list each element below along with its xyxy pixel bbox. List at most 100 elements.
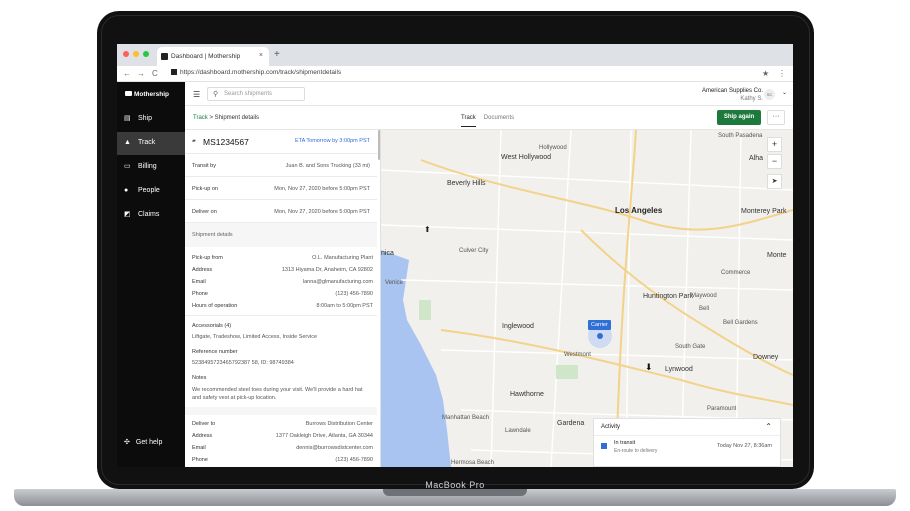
carrier-tag[interactable]: Carrier: [588, 320, 611, 330]
map-label: Hollywood: [539, 145, 567, 151]
sidebar-item-claims[interactable]: ◩ Claims: [117, 204, 185, 227]
delivery-email-value[interactable]: dennis@burrowsdistcenter.com: [296, 445, 373, 451]
park-shape: [419, 300, 431, 320]
tab-documents[interactable]: Documents: [484, 115, 514, 121]
chevron-down-icon[interactable]: ⌄: [782, 89, 787, 96]
shipment-details-panel: ▰ MS1234567 ETA Tomorrow by 3:00pm PST T…: [185, 130, 381, 467]
sidebar-item-people[interactable]: ● People: [117, 180, 185, 203]
ship-again-button[interactable]: Ship again: [717, 110, 761, 125]
deliver-value: Mon, Nov 27, 2020 before 5:00pm PST: [274, 209, 370, 215]
section-gap: [185, 407, 377, 415]
sidebar-item-billing[interactable]: ▭ Billing: [117, 156, 185, 179]
map-label: Bell Gardens: [723, 320, 758, 326]
get-help-link[interactable]: ✣ Get help: [124, 438, 162, 446]
sidebar-item-label: Billing: [138, 163, 157, 170]
map-label: Manhattan Beach: [442, 415, 490, 421]
address-value: 1313 Hiyama Dr, Anaheim, CA 92802: [281, 267, 373, 273]
accessorials-value: Liftgate, Tradeshow, Limited Access, Ins…: [192, 334, 318, 340]
activity-substatus: En-route to delivery: [614, 448, 658, 454]
ship-icon: ▤: [124, 115, 131, 122]
locate-icon[interactable]: ➤: [767, 174, 782, 189]
favicon-icon: [161, 53, 168, 60]
more-options-button[interactable]: ···: [767, 110, 785, 125]
breadcrumb-track-link[interactable]: Track: [193, 115, 208, 121]
close-tab-icon[interactable]: ×: [259, 52, 263, 59]
laptop-notch: [383, 489, 527, 496]
hours-value: 8:00am to 5:00pm PST: [316, 303, 373, 309]
sidebar-item-track[interactable]: ▲ Track: [117, 132, 185, 155]
site-icon: [171, 69, 177, 75]
details-heading: Shipment details: [192, 232, 233, 238]
user-name: Kathy S.: [740, 96, 763, 102]
sidebar-item-label: People: [138, 187, 160, 194]
chevron-up-icon[interactable]: ⌃: [765, 422, 772, 431]
pickup-from-label: Pick-up from: [192, 255, 223, 261]
close-window-button[interactable]: [123, 51, 129, 57]
map-label: Los Angeles: [615, 206, 663, 215]
map-label: West Hollywood: [501, 154, 552, 161]
reload-icon[interactable]: C: [152, 69, 158, 78]
deliver-to-value: Burrows Distribution Center: [305, 421, 373, 427]
origin-pin-icon[interactable]: ⬆: [424, 225, 431, 234]
url-text: https://dashboard.mothership.com/track/s…: [180, 69, 342, 76]
device-label: MacBook Pro: [425, 480, 485, 490]
address-label: Address: [192, 267, 213, 273]
search-placeholder: Search shipments: [224, 91, 273, 97]
notes-value: We recommended steel toes during your vi…: [192, 387, 363, 401]
status-square-icon: [601, 443, 607, 449]
route-map[interactable]: West Hollywood Hollywood Beverly Hills L…: [381, 130, 793, 467]
search-icon: ⚲: [213, 91, 219, 98]
map-label: Lawndale: [505, 428, 531, 434]
notes-label: Notes: [192, 375, 207, 381]
breadcrumb: Track > Shipment details: [193, 115, 259, 121]
deliver-row: Deliver on Mon, Nov 27, 2020 before 5:00p…: [185, 200, 377, 223]
forward-icon[interactable]: →: [137, 69, 145, 78]
sidebar-item-ship[interactable]: ▤ Ship: [117, 108, 185, 131]
back-icon[interactable]: ←: [123, 69, 131, 78]
divider: [185, 315, 377, 316]
search-input[interactable]: ⚲ Search shipments: [207, 87, 305, 101]
maximize-window-button[interactable]: [143, 51, 149, 57]
brand-logo[interactable]: Mothership: [125, 91, 169, 98]
avatar[interactable]: SC: [764, 89, 775, 100]
map-label: Bell: [699, 306, 710, 312]
tab-track[interactable]: Track: [461, 115, 476, 127]
hamburger-menu-icon[interactable]: ☰: [193, 90, 200, 99]
help-icon: ✣: [124, 439, 130, 446]
window-controls: [123, 51, 149, 57]
browser-tab[interactable]: Dashboard | Mothership ×: [157, 47, 269, 66]
email-value[interactable]: lanna@glmanufacturing.com: [303, 279, 373, 285]
shipment-header: ▰ MS1234567 ETA Tomorrow by 3:00pm PST: [185, 130, 377, 154]
map-label: Hawthorne: [510, 391, 544, 398]
bookmark-star-icon[interactable]: ★: [762, 69, 769, 78]
map-label: Monterey Park: [741, 208, 787, 215]
map-label: Alha: [749, 155, 764, 162]
zoom-out-button[interactable]: −: [767, 154, 782, 169]
eta-label: ETA Tomorrow by 3:00pm PST: [295, 138, 370, 144]
map-label: Beverly Hills: [447, 180, 486, 187]
delivery-phone-value: (123) 456-7890: [335, 457, 373, 463]
carrier-location-icon[interactable]: [597, 333, 603, 339]
truck-icon: ▰: [192, 138, 196, 144]
track-icon: ▲: [124, 139, 131, 146]
brand-name: Mothership: [134, 91, 170, 98]
account-info[interactable]: American Supplies Co. Kathy S.: [702, 87, 763, 103]
company-name: American Supplies Co.: [701, 88, 763, 94]
activity-title: Activity: [601, 424, 621, 430]
destination-pin-icon[interactable]: ⬇: [645, 362, 653, 373]
browser-menu-icon[interactable]: ⋮: [778, 69, 786, 78]
shipment-id: MS1234567: [203, 137, 249, 147]
deliver-to-label: Deliver to: [192, 421, 216, 427]
address-bar: ← → C https://dashboard.mothership.com/t…: [117, 66, 793, 82]
delivery-email-label: Email: [192, 445, 206, 451]
minimize-window-button[interactable]: [133, 51, 139, 57]
delivery-address-label: Address: [192, 433, 213, 439]
activity-status: In transit: [614, 440, 636, 446]
sidebar-item-label: Ship: [138, 115, 153, 122]
reference-label: Reference number: [192, 349, 238, 355]
new-tab-button[interactable]: +: [274, 49, 280, 60]
map-label: Huntington Park: [643, 293, 694, 300]
zoom-in-button[interactable]: +: [767, 137, 782, 152]
people-icon: ●: [124, 187, 129, 194]
url-field[interactable]: https://dashboard.mothership.com/track/s…: [171, 69, 341, 76]
